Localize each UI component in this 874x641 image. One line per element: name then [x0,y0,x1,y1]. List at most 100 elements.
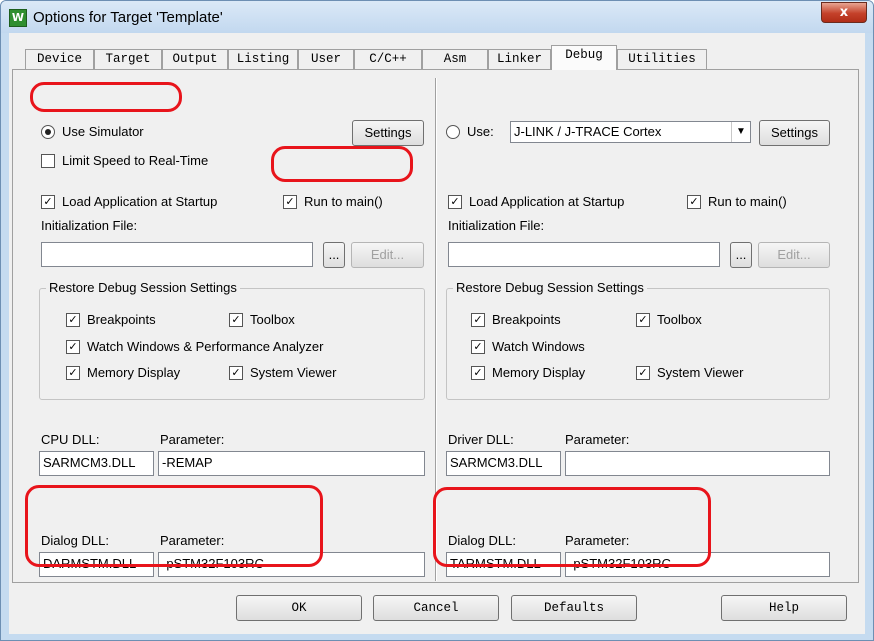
tab-c-cpp[interactable]: C/C++ [354,49,422,69]
left-system-viewer-checkbox[interactable]: ✓ System Viewer [229,365,336,380]
tab-device[interactable]: Device [25,49,94,69]
check-icon: ✓ [66,312,80,327]
right-toolbox-checkbox[interactable]: ✓ Toolbox [636,312,702,327]
driver-param-label: Parameter: [565,432,630,447]
right-dialog-param-label: Parameter: [565,533,630,548]
help-button[interactable]: Help [721,595,847,621]
use-simulator-label: Use Simulator [62,124,144,139]
cancel-button[interactable]: Cancel [373,595,499,621]
right-restore-group-label: Restore Debug Session Settings [453,280,647,295]
right-watch-checkbox[interactable]: ✓ Watch Windows [471,339,585,354]
tab-user[interactable]: User [298,49,354,69]
left-edit-button[interactable]: Edit... [351,242,424,268]
left-browse-button[interactable]: ... [323,242,345,268]
right-memory-checkbox[interactable]: ✓ Memory Display [471,365,585,380]
defaults-button[interactable]: Defaults [511,595,637,621]
driver-dll-input[interactable]: SARMCM3.DLL [446,451,561,476]
options-dialog: W Options for Target 'Template' x Device… [0,0,874,641]
cpu-dll-label: CPU DLL: [41,432,100,447]
chevron-down-icon: ▼ [731,122,750,142]
right-system-viewer-label: System Viewer [657,365,744,380]
right-breakpoints-checkbox[interactable]: ✓ Breakpoints [471,312,561,327]
app-icon: W [9,9,27,27]
limit-speed-label: Limit Speed to Real-Time [62,153,209,168]
right-toolbox-label: Toolbox [657,312,702,327]
cpu-param-label: Parameter: [160,432,225,447]
check-icon: ✓ [66,365,80,380]
limit-speed-checkbox[interactable]: Limit Speed to Real-Time [41,153,208,168]
use-driver-radio[interactable]: Use: [446,124,494,139]
panel-divider [435,78,437,581]
cpu-dll-input[interactable]: SARMCM3.DLL [39,451,154,476]
right-edit-button[interactable]: Edit... [758,242,830,268]
driver-dll-label: Driver DLL: [448,432,514,447]
left-watch-label: Watch Windows & Performance Analyzer [87,339,324,354]
tab-debug[interactable]: Debug [551,45,617,70]
right-load-app-label: Load Application at Startup [469,194,625,209]
check-icon: ✓ [471,365,485,380]
use-driver-label: Use: [467,124,494,139]
tab-listing[interactable]: Listing [228,49,298,69]
left-restore-group-label: Restore Debug Session Settings [46,280,240,295]
left-load-app-label: Load Application at Startup [62,194,218,209]
right-watch-label: Watch Windows [492,339,585,354]
tab-utilities[interactable]: Utilities [617,49,707,69]
left-run-to-main-label: Run to main() [304,194,383,209]
ok-button[interactable]: OK [236,595,362,621]
right-load-app-checkbox[interactable]: ✓ Load Application at Startup [448,194,624,209]
right-dialog-dll-input[interactable]: TARMSTM.DLL [446,552,561,577]
left-breakpoints-checkbox[interactable]: ✓ Breakpoints [66,312,156,327]
check-icon: ✓ [229,365,243,380]
close-button[interactable]: x [821,2,867,23]
left-toolbox-checkbox[interactable]: ✓ Toolbox [229,312,295,327]
dialog-client: Device Target Output Listing User C/C++ … [9,33,865,634]
right-run-to-main-checkbox[interactable]: ✓ Run to main() [687,194,787,209]
right-init-file-label: Initialization File: [448,218,545,233]
check-icon: ✓ [448,194,462,209]
right-dialog-param-input[interactable]: -pSTM32F103RC [565,552,830,577]
tab-output[interactable]: Output [162,49,228,69]
driver-select[interactable]: J-LINK / J-TRACE Cortex ▼ [510,121,751,143]
left-system-viewer-label: System Viewer [250,365,337,380]
check-icon: ✓ [636,365,650,380]
simulator-settings-button[interactable]: Settings [352,120,424,146]
right-init-file-input[interactable] [448,242,720,267]
right-run-to-main-label: Run to main() [708,194,787,209]
left-dialog-dll-label: Dialog DLL: [41,533,109,548]
check-icon: ✓ [471,339,485,354]
window-title: Options for Target 'Template' [33,9,223,26]
left-dialog-param-label: Parameter: [160,533,225,548]
radio-selected-icon [41,124,55,139]
unchecked-box-icon [41,153,55,168]
check-icon: ✓ [283,194,297,209]
tab-target[interactable]: Target [94,49,162,69]
check-icon: ✓ [636,312,650,327]
tab-linker[interactable]: Linker [488,49,551,69]
right-memory-label: Memory Display [492,365,586,380]
left-dialog-param-input[interactable]: -pSTM32F103RC [158,552,425,577]
right-dialog-dll-label: Dialog DLL: [448,533,516,548]
tab-asm[interactable]: Asm [422,49,488,69]
check-icon: ✓ [687,194,701,209]
left-memory-checkbox[interactable]: ✓ Memory Display [66,365,180,380]
left-dialog-dll-input[interactable]: DARMSTM.DLL [39,552,154,577]
left-init-file-label: Initialization File: [41,218,138,233]
driver-select-value: J-LINK / J-TRACE Cortex [514,124,662,139]
right-system-viewer-checkbox[interactable]: ✓ System Viewer [636,365,743,380]
left-watch-checkbox[interactable]: ✓ Watch Windows & Performance Analyzer [66,339,324,354]
left-load-app-checkbox[interactable]: ✓ Load Application at Startup [41,194,217,209]
use-simulator-radio[interactable]: Use Simulator [41,124,144,139]
right-breakpoints-label: Breakpoints [492,312,561,327]
driver-settings-button[interactable]: Settings [759,120,830,146]
left-memory-label: Memory Display [87,365,181,380]
left-init-file-input[interactable] [41,242,313,267]
driver-param-input[interactable] [565,451,830,476]
right-browse-button[interactable]: ... [730,242,752,268]
left-run-to-main-checkbox[interactable]: ✓ Run to main() [283,194,383,209]
check-icon: ✓ [66,339,80,354]
check-icon: ✓ [41,194,55,209]
cpu-param-input[interactable]: -REMAP [158,451,425,476]
title-bar[interactable]: W Options for Target 'Template' x [1,1,873,33]
check-icon: ✓ [229,312,243,327]
radio-unselected-icon [446,124,460,139]
